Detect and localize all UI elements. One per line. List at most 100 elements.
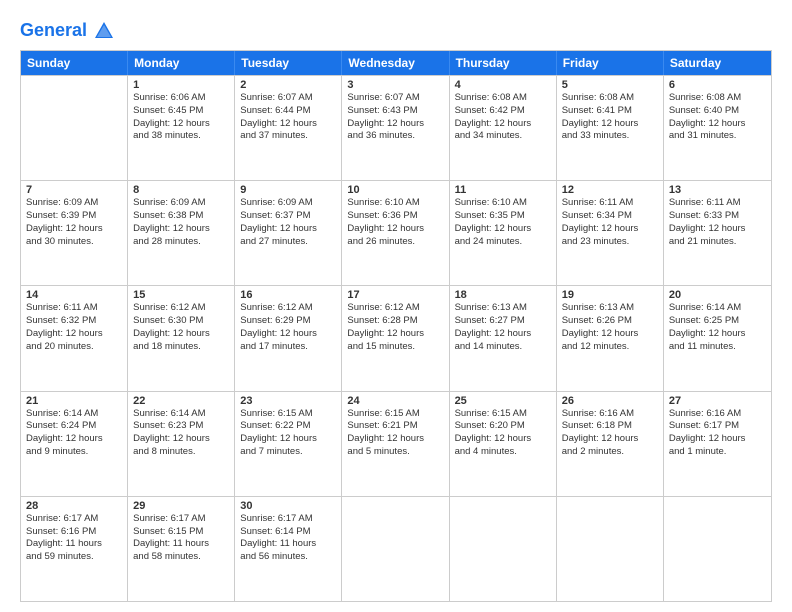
cal-row-4: 28Sunrise: 6:17 AMSunset: 6:16 PMDayligh… — [21, 496, 771, 601]
cell-line: Daylight: 12 hours — [455, 118, 551, 131]
cell-line: Daylight: 12 hours — [669, 223, 766, 236]
cell-line: and 9 minutes. — [26, 446, 122, 459]
cell-line: Daylight: 12 hours — [26, 328, 122, 341]
cal-cell-19: 19Sunrise: 6:13 AMSunset: 6:26 PMDayligh… — [557, 286, 664, 390]
cal-cell-4: 4Sunrise: 6:08 AMSunset: 6:42 PMDaylight… — [450, 76, 557, 180]
cal-cell-14: 14Sunrise: 6:11 AMSunset: 6:32 PMDayligh… — [21, 286, 128, 390]
day-number: 14 — [26, 289, 122, 301]
cell-line: and 12 minutes. — [562, 341, 658, 354]
cal-cell-17: 17Sunrise: 6:12 AMSunset: 6:28 PMDayligh… — [342, 286, 449, 390]
cal-cell-22: 22Sunrise: 6:14 AMSunset: 6:23 PMDayligh… — [128, 392, 235, 496]
cell-line: Sunset: 6:26 PM — [562, 315, 658, 328]
cal-header-friday: Friday — [557, 51, 664, 75]
logo: General — [20, 20, 115, 42]
cell-line: and 28 minutes. — [133, 236, 229, 249]
cell-line: Sunrise: 6:16 AM — [562, 408, 658, 421]
cal-header-saturday: Saturday — [664, 51, 771, 75]
cal-cell-5: 5Sunrise: 6:08 AMSunset: 6:41 PMDaylight… — [557, 76, 664, 180]
day-number: 16 — [240, 289, 336, 301]
cell-line: Sunset: 6:40 PM — [669, 105, 766, 118]
day-number: 11 — [455, 184, 551, 196]
cal-cell-empty-4-4 — [450, 497, 557, 601]
cal-cell-20: 20Sunrise: 6:14 AMSunset: 6:25 PMDayligh… — [664, 286, 771, 390]
cal-cell-2: 2Sunrise: 6:07 AMSunset: 6:44 PMDaylight… — [235, 76, 342, 180]
cell-line: and 27 minutes. — [240, 236, 336, 249]
cell-line: and 26 minutes. — [347, 236, 443, 249]
cell-line: and 1 minute. — [669, 446, 766, 459]
cell-line: Sunrise: 6:17 AM — [240, 513, 336, 526]
cal-row-2: 14Sunrise: 6:11 AMSunset: 6:32 PMDayligh… — [21, 285, 771, 390]
cell-line: and 37 minutes. — [240, 130, 336, 143]
day-number: 30 — [240, 500, 336, 512]
cal-cell-11: 11Sunrise: 6:10 AMSunset: 6:35 PMDayligh… — [450, 181, 557, 285]
cal-cell-9: 9Sunrise: 6:09 AMSunset: 6:37 PMDaylight… — [235, 181, 342, 285]
cal-cell-28: 28Sunrise: 6:17 AMSunset: 6:16 PMDayligh… — [21, 497, 128, 601]
calendar-header: SundayMondayTuesdayWednesdayThursdayFrid… — [21, 51, 771, 75]
cell-line: Sunset: 6:42 PM — [455, 105, 551, 118]
cell-line: Sunset: 6:21 PM — [347, 420, 443, 433]
cell-line: Sunset: 6:23 PM — [133, 420, 229, 433]
cal-cell-empty-4-5 — [557, 497, 664, 601]
day-number: 29 — [133, 500, 229, 512]
cell-line: Sunset: 6:14 PM — [240, 526, 336, 539]
cal-cell-16: 16Sunrise: 6:12 AMSunset: 6:29 PMDayligh… — [235, 286, 342, 390]
cell-line: Sunrise: 6:08 AM — [669, 92, 766, 105]
day-number: 3 — [347, 79, 443, 91]
cell-line: Daylight: 11 hours — [240, 538, 336, 551]
cell-line: Daylight: 12 hours — [347, 118, 443, 131]
cell-line: Daylight: 12 hours — [455, 223, 551, 236]
cell-line: Sunset: 6:38 PM — [133, 210, 229, 223]
cal-cell-23: 23Sunrise: 6:15 AMSunset: 6:22 PMDayligh… — [235, 392, 342, 496]
cell-line: Sunset: 6:24 PM — [26, 420, 122, 433]
cell-line: Sunrise: 6:11 AM — [26, 302, 122, 315]
cell-line: Sunrise: 6:06 AM — [133, 92, 229, 105]
day-number: 8 — [133, 184, 229, 196]
cell-line: and 2 minutes. — [562, 446, 658, 459]
day-number: 25 — [455, 395, 551, 407]
cal-header-wednesday: Wednesday — [342, 51, 449, 75]
cell-line: Sunrise: 6:09 AM — [240, 197, 336, 210]
cal-cell-empty-4-6 — [664, 497, 771, 601]
cell-line: Sunset: 6:34 PM — [562, 210, 658, 223]
logo-text: General — [20, 20, 115, 42]
cell-line: Daylight: 12 hours — [240, 328, 336, 341]
cell-line: and 58 minutes. — [133, 551, 229, 564]
cell-line: Sunset: 6:29 PM — [240, 315, 336, 328]
cal-row-1: 7Sunrise: 6:09 AMSunset: 6:39 PMDaylight… — [21, 180, 771, 285]
day-number: 2 — [240, 79, 336, 91]
cal-header-sunday: Sunday — [21, 51, 128, 75]
cell-line: Sunrise: 6:12 AM — [347, 302, 443, 315]
cell-line: Sunset: 6:20 PM — [455, 420, 551, 433]
cell-line: Sunrise: 6:07 AM — [240, 92, 336, 105]
cell-line: and 59 minutes. — [26, 551, 122, 564]
day-number: 28 — [26, 500, 122, 512]
cell-line: Sunset: 6:22 PM — [240, 420, 336, 433]
cal-cell-29: 29Sunrise: 6:17 AMSunset: 6:15 PMDayligh… — [128, 497, 235, 601]
cal-cell-empty-0-0 — [21, 76, 128, 180]
cal-header-monday: Monday — [128, 51, 235, 75]
cell-line: Sunrise: 6:09 AM — [133, 197, 229, 210]
cell-line: and 30 minutes. — [26, 236, 122, 249]
cal-header-tuesday: Tuesday — [235, 51, 342, 75]
cal-row-3: 21Sunrise: 6:14 AMSunset: 6:24 PMDayligh… — [21, 391, 771, 496]
cell-line: Sunrise: 6:17 AM — [133, 513, 229, 526]
cell-line: and 8 minutes. — [133, 446, 229, 459]
cal-cell-3: 3Sunrise: 6:07 AMSunset: 6:43 PMDaylight… — [342, 76, 449, 180]
cell-line: Daylight: 12 hours — [562, 223, 658, 236]
cal-cell-1: 1Sunrise: 6:06 AMSunset: 6:45 PMDaylight… — [128, 76, 235, 180]
cal-header-thursday: Thursday — [450, 51, 557, 75]
day-number: 27 — [669, 395, 766, 407]
cell-line: Daylight: 12 hours — [455, 433, 551, 446]
cell-line: and 56 minutes. — [240, 551, 336, 564]
cell-line: and 36 minutes. — [347, 130, 443, 143]
cal-cell-18: 18Sunrise: 6:13 AMSunset: 6:27 PMDayligh… — [450, 286, 557, 390]
cell-line: Sunset: 6:30 PM — [133, 315, 229, 328]
cell-line: and 38 minutes. — [133, 130, 229, 143]
calendar: SundayMondayTuesdayWednesdayThursdayFrid… — [20, 50, 772, 602]
cell-line: Daylight: 12 hours — [133, 118, 229, 131]
cell-line: and 33 minutes. — [562, 130, 658, 143]
cell-line: Sunset: 6:44 PM — [240, 105, 336, 118]
cal-cell-26: 26Sunrise: 6:16 AMSunset: 6:18 PMDayligh… — [557, 392, 664, 496]
cell-line: Daylight: 12 hours — [240, 223, 336, 236]
cell-line: Daylight: 12 hours — [26, 223, 122, 236]
